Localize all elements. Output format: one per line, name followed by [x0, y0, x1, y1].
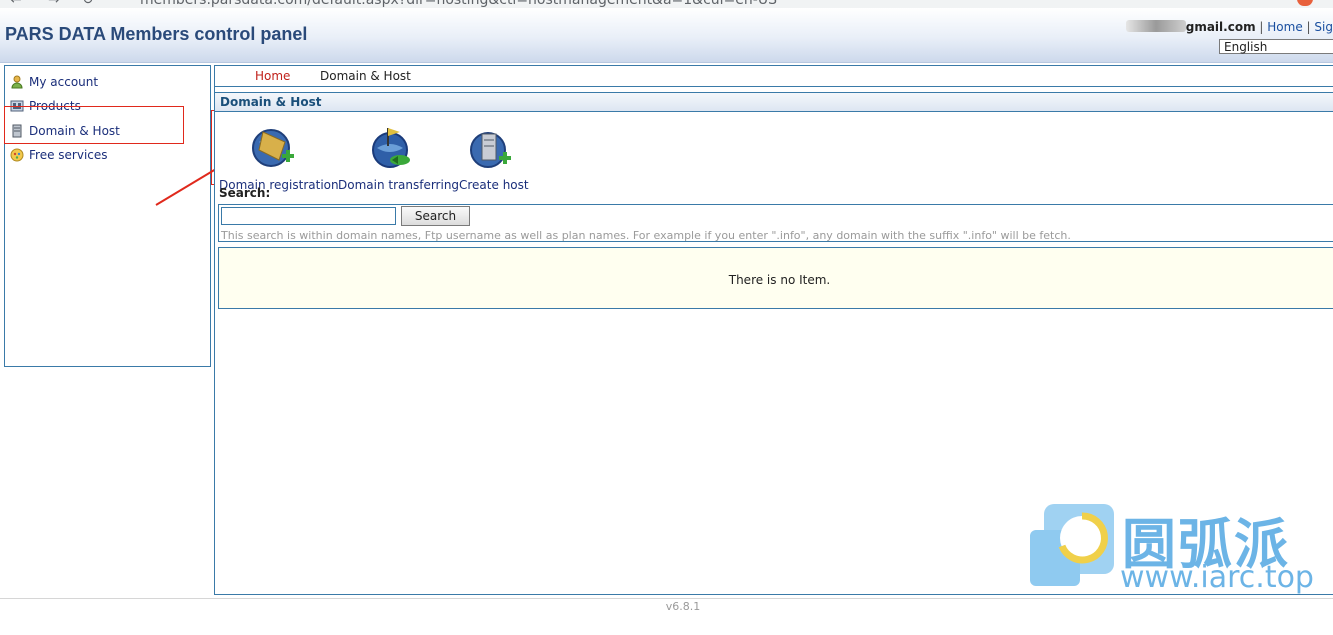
domain-registration-button[interactable]: Domain registration: [219, 124, 339, 192]
back-icon[interactable]: ←: [10, 0, 22, 8]
sidebar-item-label: My account: [29, 75, 99, 89]
annotation-highlight-box: [4, 106, 184, 144]
user-area: gmail.com | Home | Sig: [1125, 20, 1333, 34]
section-title: Domain & Host: [220, 95, 322, 109]
section-header: Domain & Host: [215, 92, 1333, 112]
results-box: There is no Item.: [218, 247, 1333, 309]
domain-transferring-button[interactable]: Domain transferring: [338, 124, 460, 192]
footer-divider: [0, 598, 1333, 599]
version-label: v6.8.1: [665, 600, 701, 613]
language-select[interactable]: English: [1219, 39, 1333, 54]
blurred-username: [1125, 20, 1186, 32]
home-link[interactable]: Home: [1267, 20, 1302, 34]
empty-results-message: There is no Item.: [728, 273, 831, 287]
app-title: PARS DATA Members control panel: [5, 24, 308, 44]
user-icon: [10, 75, 24, 89]
app-header: PARS DATA Members control panel gmail.co…: [0, 8, 1333, 63]
search-input[interactable]: [221, 207, 396, 225]
user-email: gmail.com: [1185, 20, 1256, 34]
reload-icon[interactable]: ↻: [82, 0, 94, 8]
action-label: Create host: [459, 178, 529, 192]
watermark-logo-icon: [1030, 504, 1114, 586]
create-host-icon: [470, 132, 511, 168]
breadcrumb-current: Domain & Host: [320, 69, 411, 83]
watermark: 圆弧派 www.iarc.top: [1030, 500, 1330, 595]
search-hint: This search is within domain names, Ftp …: [221, 229, 1071, 242]
sidebar-item-free-services[interactable]: Free services: [10, 146, 108, 164]
breadcrumb: Home Domain & Host: [215, 66, 1333, 87]
forward-icon[interactable]: →: [48, 0, 60, 8]
domain-transfer-icon: [372, 128, 410, 168]
search-button[interactable]: Search: [401, 206, 470, 226]
action-label: Domain transferring: [338, 178, 460, 192]
browser-toolbar: ← → ↻ members.parsdata.com/default.aspx?…: [0, 0, 1333, 8]
separator: |: [1306, 20, 1311, 34]
create-host-button[interactable]: Create host: [459, 124, 529, 192]
sidebar-item-label: Free services: [29, 148, 108, 162]
sign-out-link[interactable]: Sig: [1314, 20, 1333, 34]
domain-registration-icon: [252, 129, 294, 167]
search-label: Search:: [219, 186, 271, 200]
search-row: Search This search is within domain name…: [218, 204, 1333, 242]
separator: |: [1259, 20, 1264, 34]
profile-avatar-icon[interactable]: [1297, 0, 1313, 6]
breadcrumb-home-link[interactable]: Home: [255, 69, 290, 83]
address-bar[interactable]: members.parsdata.com/default.aspx?dir=ho…: [140, 0, 777, 8]
watermark-url: www.iarc.top: [1120, 560, 1314, 595]
sidebar-item-my-account[interactable]: My account: [10, 73, 98, 91]
gift-icon: [10, 148, 24, 162]
